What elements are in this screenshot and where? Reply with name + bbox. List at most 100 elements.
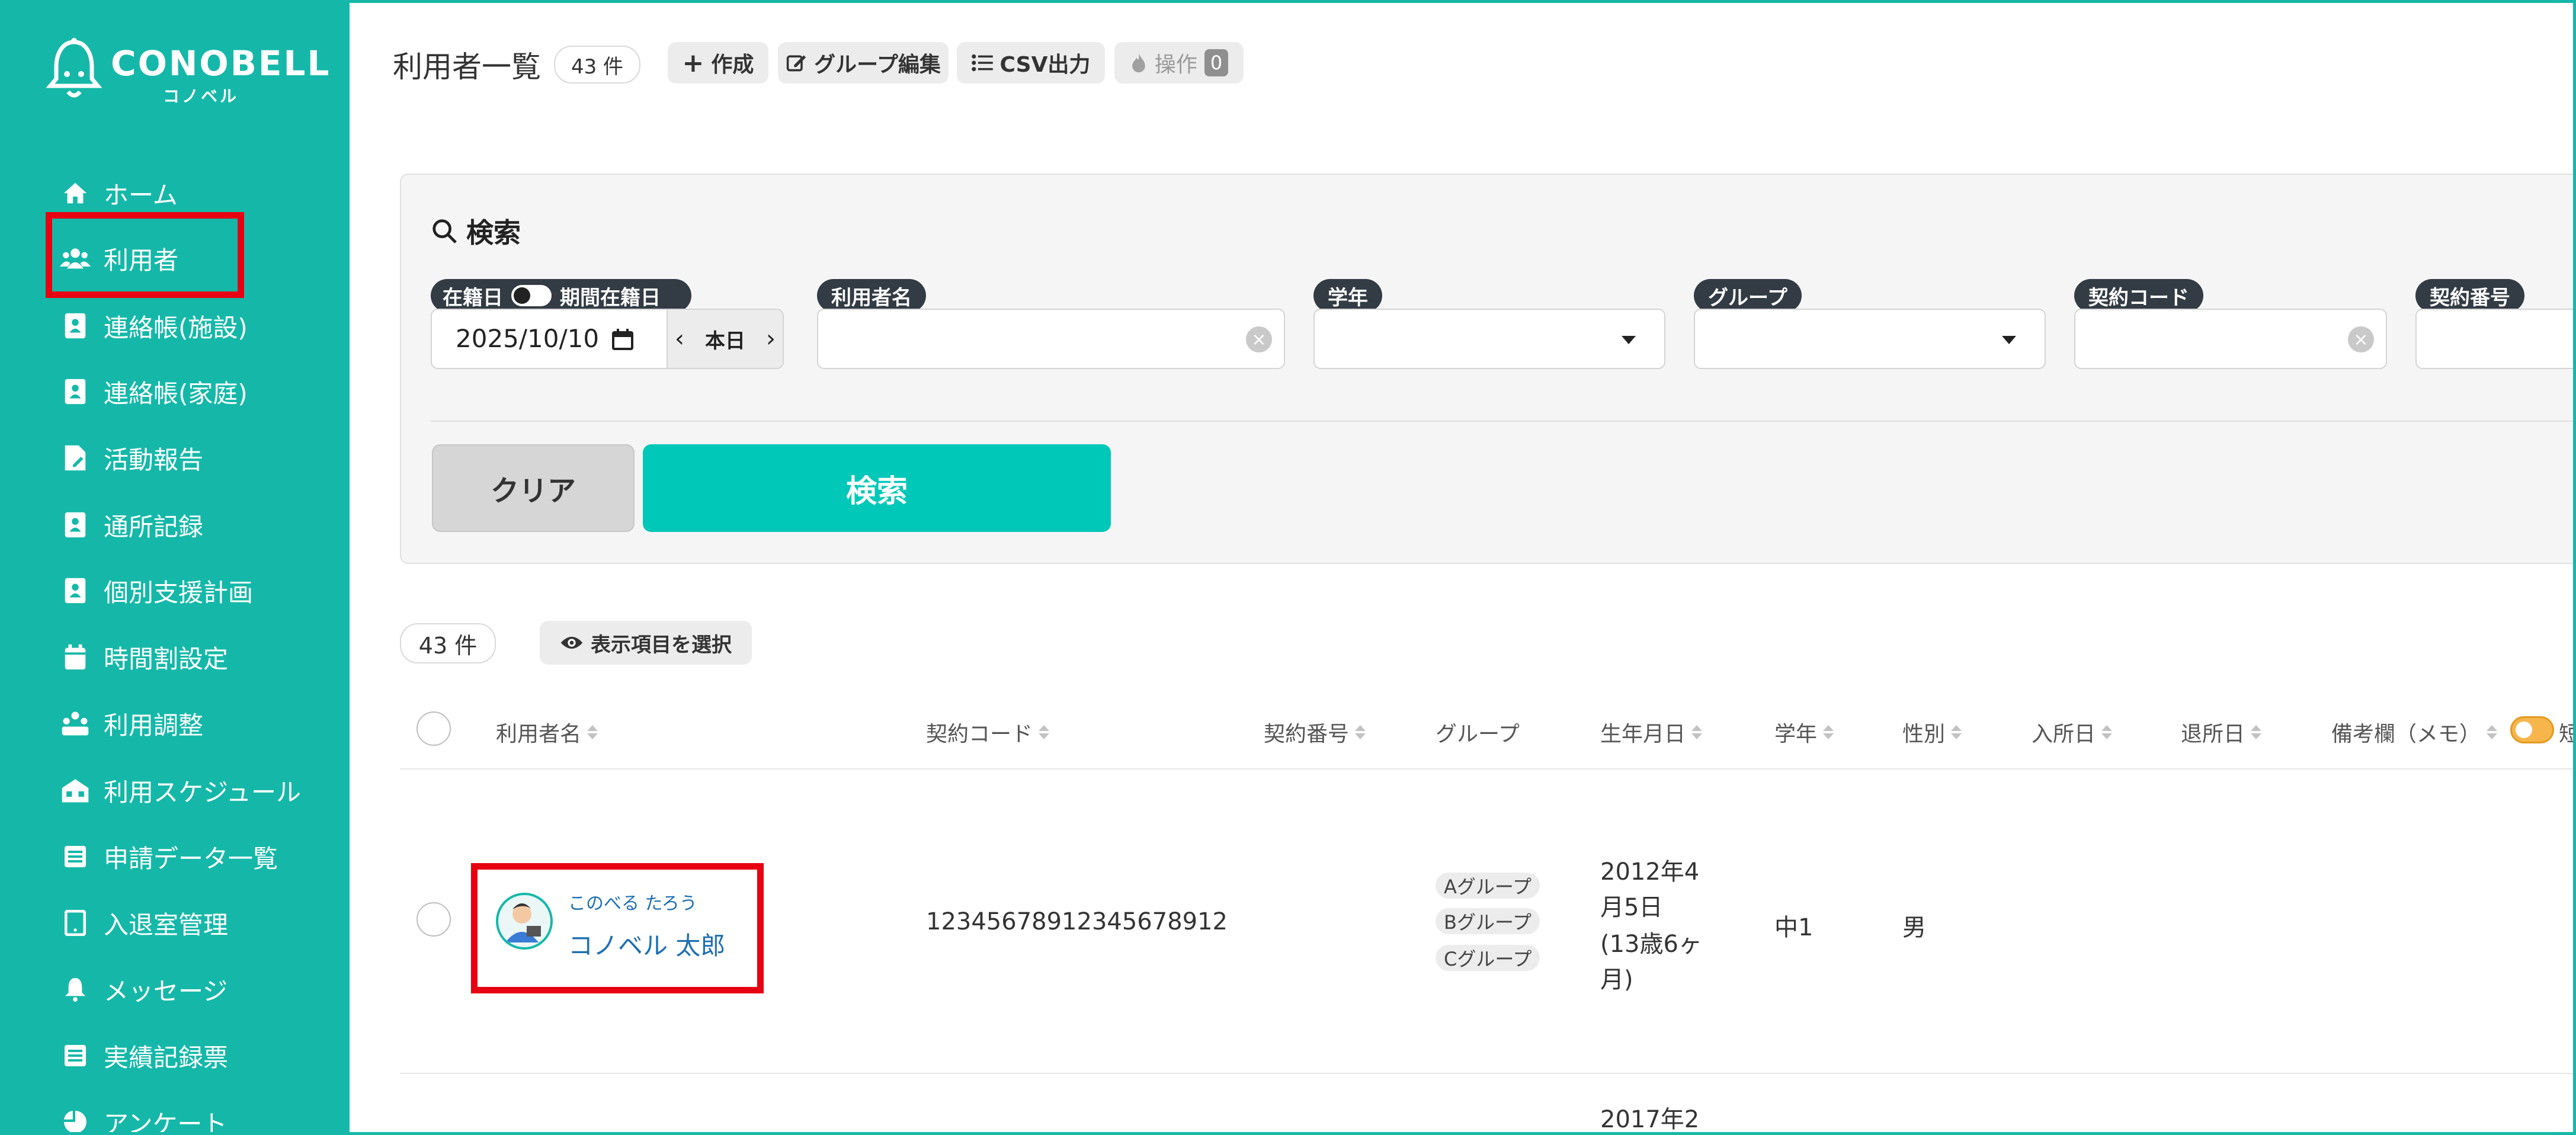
sidebar-item-label: 連絡帳(家庭) — [104, 379, 248, 408]
column-group: グループ — [1436, 722, 1520, 746]
date-input[interactable]: 2025/10/10 — [456, 324, 599, 353]
column-leaving-date[interactable]: 退所日 — [2181, 717, 2262, 748]
sort-icon — [1823, 725, 1834, 739]
sort-icon — [587, 725, 598, 739]
select-all-checkbox[interactable] — [416, 711, 451, 746]
edit-icon — [786, 55, 806, 72]
column-contract-number[interactable]: 契約番号 — [1264, 717, 1366, 748]
column-gender[interactable]: 性別 — [1902, 717, 1962, 748]
sidebar-item-label: 利用調整 — [104, 710, 204, 740]
page-title: 利用者一覧 — [393, 50, 541, 84]
birthdate-line: 2017年2 — [1600, 1106, 1700, 1133]
row-divider — [400, 1073, 2573, 1074]
sidebar-item-usage-adjust[interactable]: 利用調整 — [60, 703, 203, 744]
contact-book-icon — [60, 509, 91, 540]
grade-cell: 中1 — [1774, 914, 1814, 941]
sidebar-item-schedule[interactable]: 利用スケジュール — [60, 770, 301, 811]
sidebar-item-survey[interactable]: アンケート — [60, 1101, 228, 1135]
today-nav: ‹ 本日 › — [667, 310, 783, 368]
sidebar-item-support-plan[interactable]: 個別支援計画 — [60, 570, 253, 611]
period-toggle[interactable] — [511, 285, 552, 306]
today-button[interactable]: 本日 — [705, 325, 745, 354]
sidebar-item-home[interactable]: ホーム — [60, 172, 178, 214]
contract-number-input[interactable] — [2415, 309, 2573, 369]
calendar-icon[interactable] — [611, 328, 635, 351]
search-panel-title: 検索 — [431, 211, 521, 251]
clear-button[interactable]: クリア — [432, 444, 635, 532]
enrolled-date-field: 2025/10/10 ‹ 本日 › — [431, 309, 784, 369]
sidebar-item-label: ホーム — [104, 180, 178, 210]
bell-icon — [60, 974, 91, 1005]
table-icon — [60, 1040, 91, 1071]
select-columns-button[interactable]: 表示項目を選択 — [540, 621, 752, 665]
group-edit-button[interactable]: グループ編集 — [778, 42, 949, 84]
clear-contract-code-icon[interactable]: × — [2348, 326, 2374, 352]
sidebar-item-label: アンケート — [104, 1109, 228, 1135]
birthdate-line: 月5日 — [1600, 894, 1663, 921]
table-icon — [60, 841, 91, 872]
sidebar-item-contact-facility[interactable]: 連絡帳(施設) — [60, 305, 248, 347]
brand-logo[interactable]: CONOBELL コノベル — [44, 37, 329, 108]
clear-name-icon[interactable]: × — [1246, 326, 1272, 352]
contact-book-icon — [60, 310, 91, 341]
highlight-user-row — [471, 863, 764, 993]
sidebar-item-performance-record[interactable]: 実績記録票 — [60, 1035, 228, 1076]
highlight-users-nav — [46, 212, 244, 298]
sidebar-item-entry-exit[interactable]: 入退室管理 — [60, 902, 228, 944]
sort-icon — [1951, 725, 1962, 739]
gender-cell: 男 — [1902, 914, 1926, 941]
sidebar-item-label: 利用スケジュール — [104, 777, 302, 807]
sidebar-item-label: 実績記録票 — [104, 1043, 229, 1072]
sidebar-item-contact-home[interactable]: 連絡帳(家庭) — [60, 371, 248, 412]
app-window: CONOBELL コノベル ホーム 利用者 連絡帳(施設) 連絡帳(家庭) 活動… — [0, 0, 2576, 1135]
grade-select[interactable] — [1313, 309, 1665, 369]
sidebar-item-label: 時間割設定 — [104, 644, 229, 674]
birthdate-line: 2012年4 — [1600, 858, 1700, 886]
sort-icon — [2101, 725, 2113, 739]
memo-toggle[interactable] — [2510, 716, 2554, 743]
sidebar-item-label: 活動報告 — [104, 445, 204, 474]
column-user-name[interactable]: 利用者名 — [496, 717, 598, 748]
home-icon — [60, 178, 91, 209]
fire-icon — [1132, 53, 1145, 73]
results-count-badge: 43 件 — [400, 623, 496, 663]
user-name-input[interactable]: × — [817, 309, 1285, 369]
contract-number-chip: 契約番号 — [2415, 279, 2524, 312]
sidebar-item-timetable[interactable]: 時間割設定 — [60, 636, 228, 678]
prev-day-icon[interactable]: ‹ — [675, 325, 684, 352]
sort-icon — [1355, 725, 1366, 739]
column-contract-code[interactable]: 契約コード — [926, 717, 1050, 748]
sidebar-item-label: 個別支援計画 — [104, 578, 254, 607]
search-button[interactable]: 検索 — [643, 444, 1111, 532]
sidebar-item-applications[interactable]: 申請データ一覧 — [60, 836, 278, 877]
column-grade[interactable]: 学年 — [1774, 717, 1834, 748]
contract-code-cell: 12345678912345678912 — [926, 908, 1228, 935]
group-chip: グループ — [1694, 279, 1802, 312]
column-memo[interactable]: 備考欄（メモ） — [2331, 717, 2498, 748]
csv-export-button[interactable]: CSV出力 — [957, 42, 1105, 84]
sidebar-item-label: 申請データ一覧 — [104, 844, 278, 873]
create-button[interactable]: + 作成 — [668, 42, 768, 84]
plus-icon: + — [682, 47, 704, 78]
panel-divider — [431, 421, 2573, 422]
sidebar-item-label: メッセージ — [104, 976, 228, 1006]
group-tag: Aグループ — [1436, 873, 1540, 899]
group-select[interactable] — [1694, 309, 2046, 369]
grade-chip: 学年 — [1313, 279, 1382, 312]
next-day-icon[interactable]: › — [766, 325, 776, 352]
sidebar-item-message[interactable]: メッセージ — [60, 969, 228, 1010]
birthdate-line: 月) — [1600, 966, 1633, 993]
column-short: 短 — [2559, 717, 2573, 748]
column-birthdate[interactable]: 生年月日 — [1600, 717, 1703, 748]
search-icon — [432, 219, 457, 243]
operations-count-badge: 0 — [1204, 49, 1229, 76]
column-admission-date[interactable]: 入所日 — [2032, 717, 2113, 748]
eye-icon — [560, 637, 583, 649]
sidebar-item-activity-report[interactable]: 活動報告 — [60, 437, 203, 479]
chevron-down-icon — [2002, 336, 2016, 344]
sidebar-item-attendance[interactable]: 通所記録 — [60, 504, 203, 546]
tablet-icon — [60, 908, 91, 938]
row-checkbox[interactable] — [416, 902, 451, 937]
operations-button[interactable]: 操作 0 — [1114, 42, 1244, 84]
contract-code-input[interactable]: × — [2074, 309, 2387, 369]
